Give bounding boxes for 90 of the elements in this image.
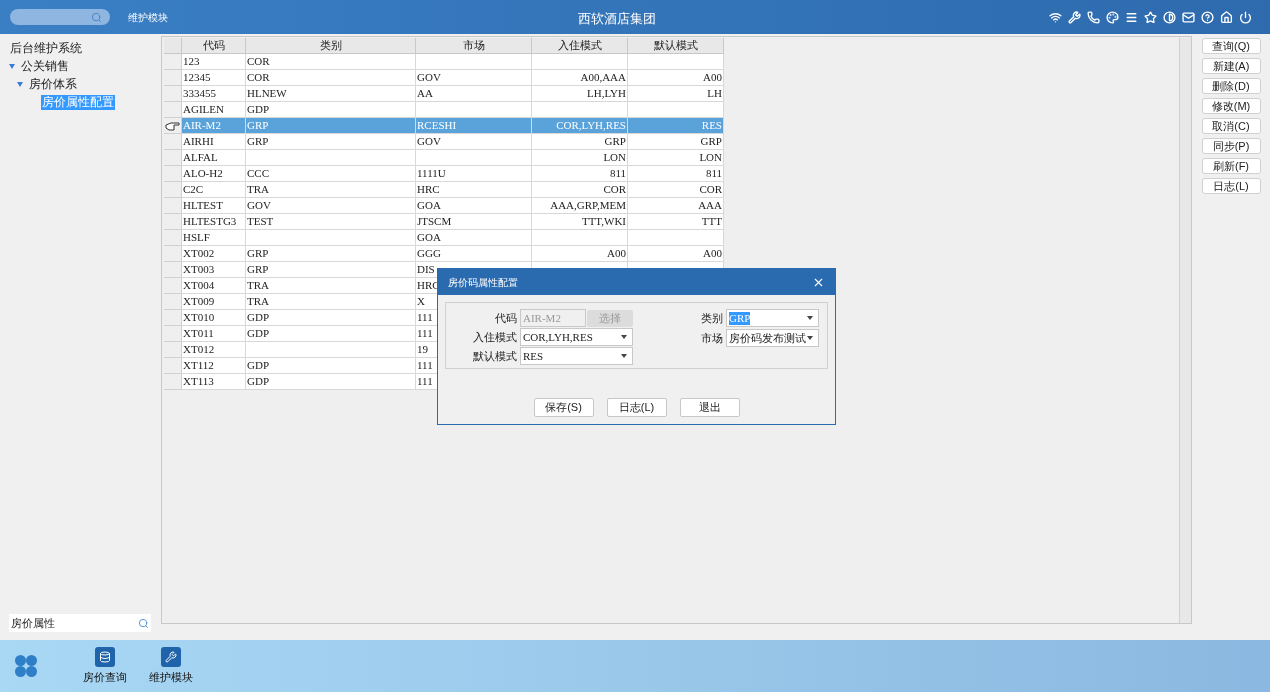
table-cell-text: GRP — [247, 134, 269, 150]
table-cell-text: GDP — [247, 326, 269, 342]
table-cell-text: ALO-H2 — [183, 166, 223, 182]
table-cell-text: COR — [699, 182, 722, 198]
table-cell-text: TTT — [701, 214, 722, 230]
table-cell-text: GRP — [700, 134, 722, 150]
table-cell-text: HSLF — [183, 230, 210, 246]
table-cell-text: 111 — [417, 310, 433, 326]
table-cell-text: COR — [247, 54, 270, 70]
field-label: 类别 — [701, 310, 724, 326]
table-cell-text: TRA — [247, 294, 269, 310]
table-cell-text: AGILEN — [183, 102, 224, 118]
table-cell-text: A00 — [703, 70, 722, 86]
table-cell-text: XT003 — [183, 262, 215, 278]
table-cell-text: GOV — [247, 198, 271, 214]
field-value: 房价码发布测试 — [729, 331, 806, 345]
table-cell-text: XT004 — [183, 278, 215, 294]
table-cell-text: XT010 — [183, 310, 215, 326]
table-cell-text: XT009 — [183, 294, 215, 310]
dialog-title: 房价码属性配置 — [448, 275, 518, 290]
table-cell-text: TEST — [247, 214, 274, 230]
table-cell-text: HLTESTG3 — [183, 214, 237, 230]
table-cell-text: 111 — [417, 358, 433, 374]
table-cell-text: GRP — [247, 246, 269, 262]
table-cell-text: GOA — [417, 230, 441, 246]
table-cell-text: CCC — [247, 166, 269, 182]
table-cell-text: GRP — [604, 134, 626, 150]
table-cell-text: XT002 — [183, 246, 215, 262]
table-cell-text: GOA — [417, 198, 441, 214]
table-cell-text: 111 — [417, 374, 433, 390]
table-cell-text: LON — [603, 150, 626, 166]
field-value: AIR-M2 — [523, 311, 561, 325]
table-cell-text: AIR-M2 — [183, 118, 221, 134]
table-cell-text: 12345 — [183, 70, 211, 86]
table-cell-text: GDP — [247, 102, 269, 118]
table-cell-text: GRP — [247, 118, 269, 134]
table-cell-text: HLNEW — [247, 86, 287, 102]
table-cell-text: RCESHI — [417, 118, 457, 134]
table-cell-text: ALFAL — [183, 150, 218, 166]
table-cell-text: A00,AAA — [580, 70, 626, 86]
field-value: GRP — [729, 311, 751, 325]
table-cell-text: A00 — [607, 246, 626, 262]
table-cell-text: TTT,WKI — [581, 214, 626, 230]
table-cell-text: GGG — [417, 246, 441, 262]
table-cell-text: LH,LYH — [587, 86, 626, 102]
table-cell-text: TRA — [247, 182, 269, 198]
table-cell-text: GDP — [247, 310, 269, 326]
field-value: COR,LYH,RES — [523, 330, 593, 344]
table-cell-text: 111 — [417, 326, 433, 342]
field-label: 默认模式 — [472, 348, 518, 364]
field-value: RES — [523, 349, 544, 363]
table-cell-text: HRC — [417, 182, 440, 198]
table-cell-text: COR — [247, 70, 270, 86]
table-cell-text: XT012 — [183, 342, 215, 358]
table-cell-text: XT112 — [183, 358, 214, 374]
table-cell-text: LH — [707, 86, 722, 102]
table-cell-text: JTSCM — [417, 214, 452, 230]
window-title: 西软酒店集团 — [578, 10, 656, 28]
table-cell-text: 1111U — [417, 166, 446, 182]
table-cell-text: C2C — [183, 182, 204, 198]
table-cell-text: 811 — [609, 166, 626, 182]
module-label: 维护模块 — [128, 10, 168, 25]
table-cell-text: XT113 — [183, 374, 214, 390]
table-cell-text: AAA — [698, 198, 722, 214]
table-cell-text: LON — [699, 150, 722, 166]
table-cell-text: COR — [603, 182, 626, 198]
table-cell-text: RES — [701, 118, 722, 134]
table-cell-text: GDP — [247, 374, 269, 390]
table-cell-text: A00 — [703, 246, 722, 262]
table-cell-text: AA — [417, 86, 433, 102]
table-cell-text: GRP — [247, 262, 269, 278]
table-cell-text: TRA — [247, 278, 269, 294]
table-cell-text: HLTEST — [183, 198, 223, 214]
field-label: 代码 — [494, 310, 518, 326]
table-cell-text: DIS — [417, 262, 435, 278]
table-cell-text: XT011 — [183, 326, 214, 342]
table-cell-text: GDP — [247, 358, 269, 374]
table-cell-text: 811 — [705, 166, 722, 182]
table-cell-text: AAA,GRP,MEM — [550, 198, 626, 214]
table-cell-text: X — [417, 294, 425, 310]
table-cell-text: GOV — [417, 70, 441, 86]
table-cell-text: COR,LYH,RES — [556, 118, 626, 134]
field-label: 市场 — [701, 330, 724, 346]
field-label: 入住模式 — [472, 329, 518, 345]
table-cell-text: 123 — [183, 54, 200, 70]
table-cell-text: 333455 — [183, 86, 216, 102]
table-cell-text: GOV — [417, 134, 441, 150]
search-value: 房价属性 — [11, 615, 55, 631]
table-cell-text: AIRHI — [183, 134, 214, 150]
table-cell-text: 19 — [417, 342, 428, 358]
